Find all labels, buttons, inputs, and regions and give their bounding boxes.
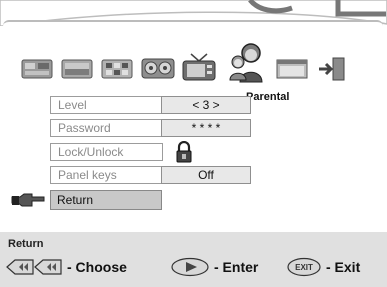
option-label: Password [50, 119, 163, 137]
choose-hint: - Choose [5, 256, 155, 278]
parental-icon[interactable] [226, 42, 266, 84]
enter-hint: - Enter [170, 256, 270, 278]
level-value[interactable]: < 3 > [161, 96, 251, 114]
pointing-hand-icon [10, 192, 46, 215]
lock-icon[interactable] [175, 140, 193, 168]
play-key-icon [171, 257, 209, 277]
option-row-lock-unlock[interactable]: Lock/Unlock [50, 140, 260, 163]
option-label: Panel keys [50, 166, 163, 184]
setup-screen-icon[interactable] [276, 58, 308, 80]
return-row[interactable]: Return [10, 190, 162, 215]
audio-settings-icon[interactable] [101, 58, 133, 80]
tv-display-icon[interactable] [181, 52, 217, 82]
help-footer: Return - Choose - Enter EXIT - Exit [0, 232, 387, 287]
left-right-keys-icon [6, 259, 62, 275]
panel-keys-value[interactable]: Off [161, 166, 251, 184]
exit-hint: EXIT - Exit [286, 256, 386, 278]
password-value[interactable]: * * * * [161, 119, 251, 137]
video-settings-icon[interactable] [61, 58, 93, 80]
menu-icon-bar [21, 42, 381, 94]
option-row-level[interactable]: Level < 3 > [50, 96, 260, 114]
option-row-panel-keys[interactable]: Panel keys Off [50, 166, 260, 184]
choose-hint-text: - Choose [67, 259, 127, 275]
return-button[interactable]: Return [50, 190, 162, 210]
exit-menu-icon[interactable] [317, 56, 347, 82]
option-label: Lock/Unlock [50, 143, 163, 161]
enter-hint-text: - Enter [214, 259, 259, 275]
exit-key-label: EXIT [295, 263, 313, 272]
option-row-password[interactable]: Password * * * * [50, 119, 260, 137]
language-settings-icon[interactable] [21, 58, 53, 80]
option-label: Level [50, 96, 163, 114]
exit-key-icon: EXIT [287, 257, 321, 277]
speaker-settings-icon[interactable] [141, 56, 175, 80]
footer-title: Return [8, 238, 44, 250]
exit-hint-text: - Exit [326, 259, 361, 275]
